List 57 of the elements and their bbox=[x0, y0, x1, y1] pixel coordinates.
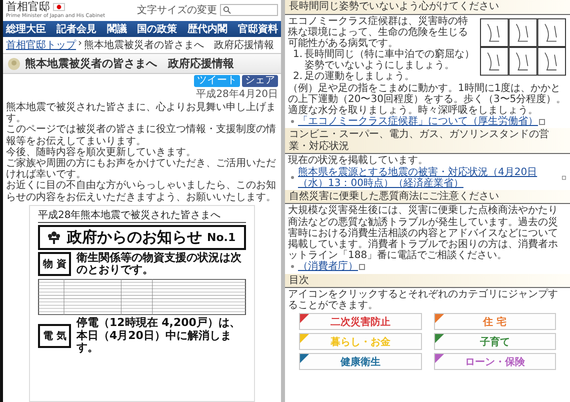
category-tag: 電 気 bbox=[38, 324, 72, 348]
intro-paragraph: このページでは被災者の皆さまに役立つ情報・支援制度の情報等をお伝えしてまいります。 bbox=[5, 124, 277, 147]
category-tile[interactable]: ローン・保険 bbox=[434, 353, 556, 370]
notice-heading: 平成28年熊本地震で被災された皆さまへ bbox=[38, 208, 246, 223]
section-heading: 長時間同じ姿勢でいないよう心がけてください bbox=[285, 0, 570, 14]
breadcrumb-separator: › bbox=[78, 38, 82, 52]
crest-icon bbox=[46, 230, 62, 244]
breadcrumb-current: 熊本地震被災者の皆さまへ 政府応援情報 bbox=[84, 38, 274, 52]
flag-icon bbox=[53, 3, 65, 12]
section-text: アイコンをクリックするとそれぞれのカテゴリにジャンプすることができます。 bbox=[287, 289, 559, 312]
section-heading: 目次 bbox=[285, 274, 570, 288]
category-tag: 物 資 bbox=[38, 252, 72, 276]
intro-paragraph: 今後、随時内容を順次更新していきます。 bbox=[5, 146, 197, 158]
notice-text: 衛生関係等の物資支援の状況は次のとおりです。 bbox=[76, 252, 242, 278]
nav-item[interactable]: 官邸資料 bbox=[238, 22, 278, 36]
notice-number: No.1 bbox=[207, 230, 236, 244]
section-text: 現在の状況を掲載しています。 bbox=[287, 155, 429, 166]
nav-item[interactable]: 歴代内閣 bbox=[188, 22, 228, 36]
crest-icon bbox=[7, 56, 21, 71]
external-link-icon bbox=[539, 118, 546, 126]
bullet-icon bbox=[291, 265, 294, 268]
date-text: 平成28年4月20日 bbox=[196, 88, 278, 102]
share-button[interactable]: シェア bbox=[242, 75, 278, 88]
bullet-icon bbox=[291, 176, 294, 180]
nav-item[interactable]: 国の政策 bbox=[137, 22, 178, 36]
source-link[interactable]: 熊本県を震源とする地震の被害・対応状況（4月20日（水）13：00時点）（経済産業省） bbox=[298, 166, 562, 189]
search-field[interactable] bbox=[220, 4, 278, 16]
step-text: 足の運動をしましょう。 bbox=[304, 71, 415, 82]
page-title: 熊本地震被災者の皆さまへ 政府応援情報 bbox=[25, 56, 234, 72]
notice-text: 停電（12時現在 4,200戸）は、本日（4月20日）中に解消します。 bbox=[76, 317, 242, 355]
nav-item[interactable]: 閣議 bbox=[106, 22, 127, 36]
section-text: （例）足や足の指をこまめに動かす。1時間に1度は、かかとの上下運動（20〜30回程度）をする。歩く（3〜5分程度）。適度な水分を取りましょう。時々深呼吸をしましょう。 bbox=[287, 82, 568, 116]
category-tile[interactable]: 健康衛生 bbox=[299, 353, 422, 370]
site-logo-title[interactable]: 首相官邸 bbox=[6, 1, 50, 14]
section-text: 大規模な災害発生後には、災害に便乗した点検商法やかたり商法などの悪質な勧誘トラブルが発生しています。過去の災害時における消費生活相談の内容とアドバイスなどについて掲載しています。消費者トラブルでお困りの方は、消費者ホットライン「188」番に電話でご相談ください。 bbox=[287, 205, 559, 262]
search-icon bbox=[223, 6, 231, 14]
nav-item[interactable]: 記者会見 bbox=[56, 22, 96, 36]
intro-paragraph: 熊本地震で被災された皆さまに、心よりお見舞い申し上げます。 bbox=[5, 102, 277, 124]
section-heading: コンビニ・スーパー、電力、ガス、ガソリンスタンドの営業・対応状況 bbox=[285, 128, 570, 154]
category-tile[interactable]: 二次災害防止 bbox=[299, 313, 422, 330]
notice-title: 政府からのお知らせ bbox=[67, 228, 202, 247]
step-number: 1. bbox=[293, 49, 303, 62]
step-text: 長時間同じ（特に車中泊での窮屈な）姿勢でいないようにしましょう。 bbox=[304, 49, 476, 72]
section-text: エコノミークラス症候群は、災害時の特殊な環境によって、生命の危険を生じる可能性がある病気です。 bbox=[287, 16, 469, 49]
nav-item[interactable]: 総理大臣 bbox=[6, 22, 46, 36]
font-size-label: 文字サイズの変更 bbox=[137, 4, 217, 17]
step-number: 2. bbox=[293, 71, 303, 83]
external-link-icon bbox=[359, 263, 366, 270]
category-tile[interactable]: 子育て bbox=[434, 333, 556, 350]
bullet-icon bbox=[291, 120, 294, 124]
external-link-icon bbox=[562, 174, 567, 182]
intro-paragraph: お近くに目の不自由な方がいらっしゃいましたら、このお知らせの内容をお伝えいただきますよう、お願いいたします。 bbox=[5, 180, 277, 203]
source-link[interactable]: 「エコノミークラス症候群」について（厚生労働省） bbox=[298, 116, 538, 128]
section-heading: 自然災害に便乗した悪質商法にご注意ください bbox=[285, 190, 570, 204]
source-link[interactable]: （消費者庁） bbox=[298, 261, 358, 273]
intro-paragraph: ご家族や周囲の方にもお声をかけていただき、ご活用いただければ幸いです。 bbox=[5, 158, 277, 180]
breadcrumb-link[interactable]: 首相官邸トップ bbox=[6, 38, 76, 52]
